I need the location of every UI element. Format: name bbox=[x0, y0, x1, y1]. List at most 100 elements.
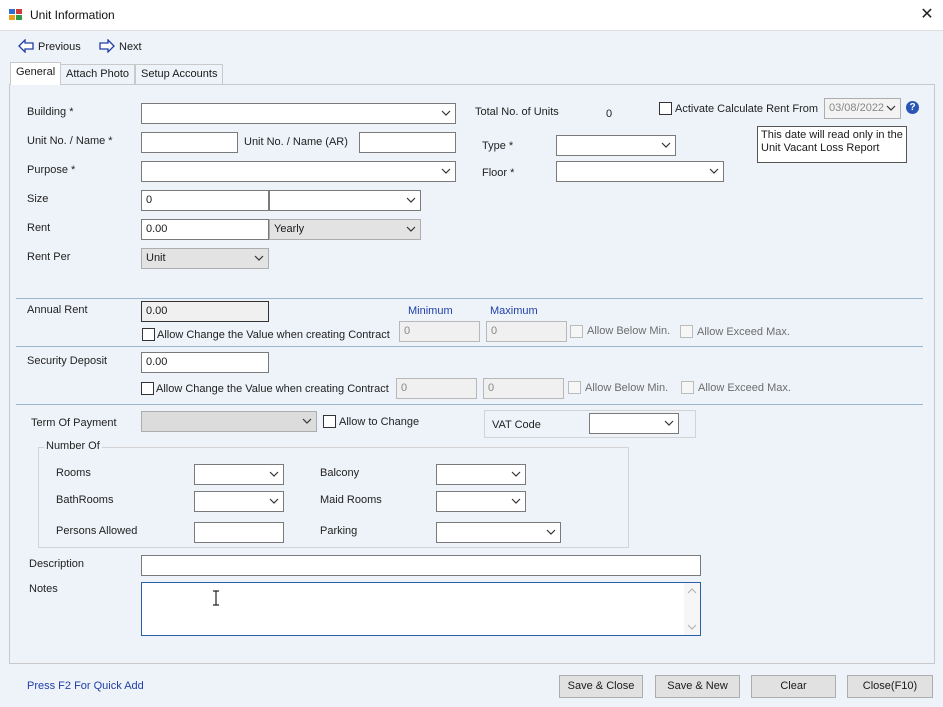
annual-allow-exceed-label: Allow Exceed Max. bbox=[697, 326, 790, 338]
divider bbox=[16, 298, 923, 299]
chevron-down-icon bbox=[269, 496, 279, 506]
chevron-down-icon bbox=[886, 103, 896, 113]
chevron-down-icon bbox=[664, 418, 674, 428]
size-unit-select[interactable] bbox=[269, 190, 421, 211]
deposit-min-input[interactable]: 0 bbox=[396, 378, 477, 399]
annual-allow-change-label: Allow Change the Value when creating Con… bbox=[157, 329, 390, 341]
building-select[interactable] bbox=[141, 103, 456, 124]
deposit-max-input[interactable]: 0 bbox=[483, 378, 564, 399]
chevron-down-icon bbox=[302, 416, 312, 426]
previous-button[interactable]: Previous bbox=[18, 37, 81, 56]
annual-allow-change-checkbox[interactable] bbox=[142, 328, 155, 341]
deposit-allow-exceed-checkbox[interactable] bbox=[681, 381, 694, 394]
next-button[interactable]: Next bbox=[99, 37, 142, 56]
tab-setup-accounts[interactable]: Setup Accounts bbox=[135, 64, 224, 84]
notes-textarea[interactable] bbox=[141, 582, 701, 636]
security-deposit-label: Security Deposit bbox=[27, 355, 108, 367]
rent-label: Rent bbox=[27, 222, 51, 234]
next-label: Next bbox=[119, 41, 142, 53]
save-close-button[interactable]: Save & Close bbox=[559, 675, 643, 698]
maximum-label: Maximum bbox=[490, 305, 538, 317]
bathrooms-select[interactable] bbox=[194, 491, 284, 512]
activate-calc-label: Activate Calculate Rent From bbox=[675, 103, 819, 115]
chevron-down-icon bbox=[269, 469, 279, 479]
annual-allow-below-checkbox[interactable] bbox=[570, 325, 583, 338]
building-label: Building * bbox=[27, 106, 74, 118]
close-button[interactable]: Close(F10) bbox=[847, 675, 933, 698]
balcony-label: Balcony bbox=[320, 467, 360, 479]
annual-max-input[interactable]: 0 bbox=[486, 321, 567, 342]
minimum-label: Minimum bbox=[408, 305, 453, 317]
floor-label: Floor * bbox=[482, 167, 515, 179]
size-label: Size bbox=[27, 193, 49, 205]
allow-to-change-label: Allow to Change bbox=[339, 416, 420, 428]
annual-rent-input[interactable]: 0.00 bbox=[141, 301, 269, 322]
type-label: Type * bbox=[482, 140, 514, 152]
unit-no-ar-label: Unit No. / Name (AR) bbox=[244, 136, 348, 148]
vat-code-label: VAT Code bbox=[492, 419, 541, 431]
maid-rooms-select[interactable] bbox=[436, 491, 526, 512]
vat-code-select[interactable] bbox=[589, 413, 679, 434]
allow-to-change-checkbox[interactable] bbox=[323, 415, 336, 428]
rent-period-select[interactable]: Yearly bbox=[269, 219, 421, 240]
annual-min-input[interactable]: 0 bbox=[399, 321, 480, 342]
total-units-label: Total No. of Units bbox=[475, 106, 559, 118]
chevron-down-icon bbox=[511, 496, 521, 506]
tab-attach-photo[interactable]: Attach Photo bbox=[60, 64, 135, 84]
title-bar bbox=[0, 0, 943, 31]
maid-rooms-label: Maid Rooms bbox=[320, 494, 382, 506]
unit-no-ar-input[interactable] bbox=[359, 132, 456, 153]
rooms-select[interactable] bbox=[194, 464, 284, 485]
size-input[interactable]: 0 bbox=[141, 190, 269, 211]
chevron-down-icon bbox=[661, 140, 671, 150]
divider bbox=[16, 404, 923, 405]
chevron-down-icon bbox=[546, 527, 556, 537]
rent-input[interactable]: 0.00 bbox=[141, 219, 269, 240]
chevron-down-icon bbox=[441, 166, 451, 176]
divider bbox=[16, 346, 923, 347]
rent-per-select[interactable]: Unit bbox=[141, 248, 269, 269]
close-icon[interactable]: ✕ bbox=[917, 5, 937, 25]
bathrooms-label: BathRooms bbox=[56, 494, 114, 506]
date-tooltip: This date will read only in the Unit Vac… bbox=[757, 126, 907, 163]
number-of-label: Number Of bbox=[44, 440, 102, 452]
type-select[interactable] bbox=[556, 135, 676, 156]
tab-general[interactable]: General bbox=[10, 62, 62, 85]
description-input[interactable] bbox=[141, 555, 701, 576]
activate-calc-checkbox[interactable] bbox=[659, 102, 672, 115]
deposit-allow-change-label: Allow Change the Value when creating Con… bbox=[156, 383, 389, 395]
save-new-button[interactable]: Save & New bbox=[655, 675, 740, 698]
balcony-select[interactable] bbox=[436, 464, 526, 485]
previous-label: Previous bbox=[38, 41, 81, 53]
term-of-payment-label: Term Of Payment bbox=[31, 417, 117, 429]
persons-allowed-label: Persons Allowed bbox=[56, 525, 138, 537]
clear-button[interactable]: Clear bbox=[751, 675, 836, 698]
unit-no-input[interactable] bbox=[141, 132, 238, 153]
security-deposit-input[interactable]: 0.00 bbox=[141, 352, 269, 373]
parking-label: Parking bbox=[320, 525, 358, 537]
tooltip-line-2: Unit Vacant Loss Report bbox=[761, 142, 880, 154]
parking-select[interactable] bbox=[436, 522, 561, 543]
help-icon[interactable]: ? bbox=[906, 101, 919, 114]
activate-date-picker[interactable]: 03/08/2022 bbox=[824, 98, 901, 119]
arrow-left-icon bbox=[18, 37, 34, 56]
deposit-allow-exceed-label: Allow Exceed Max. bbox=[698, 382, 791, 394]
purpose-label: Purpose * bbox=[27, 164, 76, 176]
chevron-down-icon bbox=[709, 166, 719, 176]
annual-allow-exceed-checkbox[interactable] bbox=[680, 325, 693, 338]
description-label: Description bbox=[29, 558, 85, 570]
purpose-select[interactable] bbox=[141, 161, 456, 182]
floor-select[interactable] bbox=[556, 161, 724, 182]
deposit-allow-change-checkbox[interactable] bbox=[141, 382, 154, 395]
notes-scrollbar[interactable] bbox=[684, 583, 700, 635]
arrow-right-icon bbox=[99, 37, 115, 56]
deposit-allow-below-checkbox[interactable] bbox=[568, 381, 581, 394]
rent-period-value: Yearly bbox=[274, 223, 305, 235]
deposit-allow-below-label: Allow Below Min. bbox=[585, 382, 669, 394]
persons-allowed-input[interactable] bbox=[194, 522, 284, 543]
activate-date-value: 03/08/2022 bbox=[829, 102, 885, 114]
chevron-down-icon bbox=[511, 469, 521, 479]
tooltip-line-1: This date will read only in the bbox=[761, 129, 903, 141]
notes-label: Notes bbox=[29, 583, 58, 595]
term-of-payment-select[interactable] bbox=[141, 411, 317, 432]
